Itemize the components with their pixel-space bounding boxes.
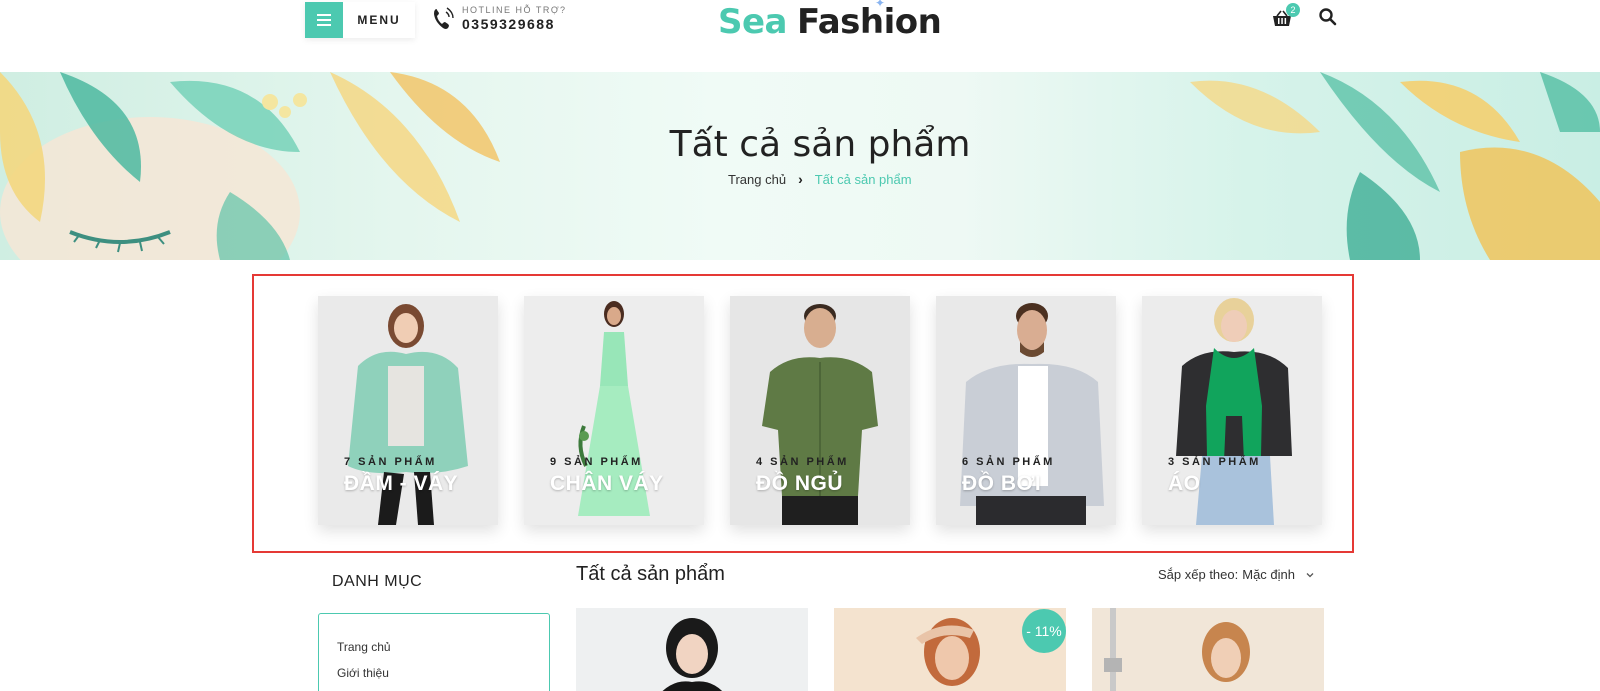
sidebar-link-about[interactable]: Giới thiệu [337, 666, 389, 680]
sidebar-title: DANH MỤC [332, 573, 423, 590]
page-title: Tất cả sản phẩm [669, 124, 971, 165]
menu-label: MENU [357, 13, 401, 27]
logo-sea: Sea [718, 2, 788, 42]
sale-badge: - 11% [1022, 609, 1066, 653]
hotline-label: HOTLINE HỖ TRỢ? [462, 5, 567, 15]
breadcrumb: Trang chủ › Tất cả sản phẩm [728, 171, 912, 187]
phone-icon [434, 6, 454, 29]
product-image [576, 608, 808, 691]
site-logo[interactable]: Sea Fashion ✦ [718, 0, 942, 42]
sort-label: Sắp xếp theo: [1158, 567, 1239, 582]
breadcrumb-home[interactable]: Trang chủ [728, 172, 786, 187]
site-header: MENU HOTLINE HỖ TRỢ? 0359329688 Sea Fash… [0, 0, 1600, 72]
logo-fashion: Fashion ✦ [797, 0, 942, 42]
category-card-do-ngu[interactable]: 4 SẢN PHẨM ĐỒ NGỦ [730, 296, 910, 525]
logo-fashion-text: Fashion [797, 2, 942, 42]
category-count: 4 SẢN PHẨM [756, 456, 849, 468]
category-count: 3 SẢN PHẨM [1168, 456, 1261, 468]
cart-button[interactable]: 2 [1272, 3, 1300, 28]
chevron-right-icon: › [798, 171, 803, 187]
category-name: ÁO [1168, 472, 1201, 495]
category-count: 7 SẢN PHẨM [344, 456, 437, 468]
category-name: CHÂN VÁY [550, 472, 664, 495]
product-image [1092, 608, 1324, 691]
banner-decoration [0, 72, 1600, 260]
category-card-ao[interactable]: 3 SẢN PHẨM ÁO [1142, 296, 1322, 525]
sort-value: Mặc định [1242, 567, 1295, 582]
search-icon[interactable] [1318, 7, 1338, 27]
product-card[interactable] [576, 608, 808, 691]
category-count: 6 SẢN PHẨM [962, 456, 1055, 468]
category-count: 9 SẢN PHẨM [550, 456, 643, 468]
menu-button[interactable]: MENU [305, 2, 415, 38]
cart-count-badge: 2 [1286, 3, 1300, 17]
category-card-dam-vay[interactable]: 7 SẢN PHẨM ĐẦM - VÁY [318, 296, 498, 525]
sidebar-link-home[interactable]: Trang chủ [337, 640, 391, 654]
page-banner: Tất cả sản phẩm Trang chủ › Tất cả sản p… [0, 72, 1600, 260]
sort-dropdown[interactable]: Sắp xếp theo: Mặc định [1158, 567, 1315, 582]
breadcrumb-current: Tất cả sản phẩm [814, 171, 912, 187]
chevron-down-icon [1306, 572, 1314, 577]
category-name: ĐẦM - VÁY [344, 472, 459, 495]
products-title: Tất cả sản phẩm [576, 563, 725, 585]
category-card-chan-vay[interactable]: 9 SẢN PHẨM CHÂN VÁY [524, 296, 704, 525]
category-card-do-boi[interactable]: 6 SẢN PHẨM ĐỒ BƠI [936, 296, 1116, 525]
category-name: ĐỒ BƠI [962, 472, 1042, 495]
hotline[interactable]: HOTLINE HỖ TRỢ? 0359329688 [432, 5, 567, 32]
hamburger-icon [305, 2, 343, 38]
sparkle-icon: ✦ [875, 0, 885, 10]
category-name: ĐỒ NGỦ [756, 472, 843, 495]
hotline-number: 0359329688 [462, 16, 555, 32]
product-card[interactable] [1092, 608, 1324, 691]
